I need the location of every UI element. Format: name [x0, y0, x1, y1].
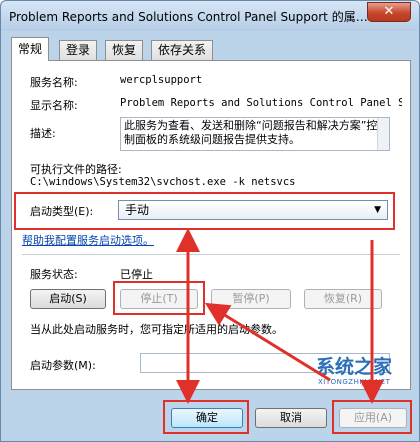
arrow-to-stop-button: [204, 302, 331, 382]
tab-general[interactable]: 常规: [11, 37, 50, 61]
annotation-arrows: [176, 228, 384, 404]
